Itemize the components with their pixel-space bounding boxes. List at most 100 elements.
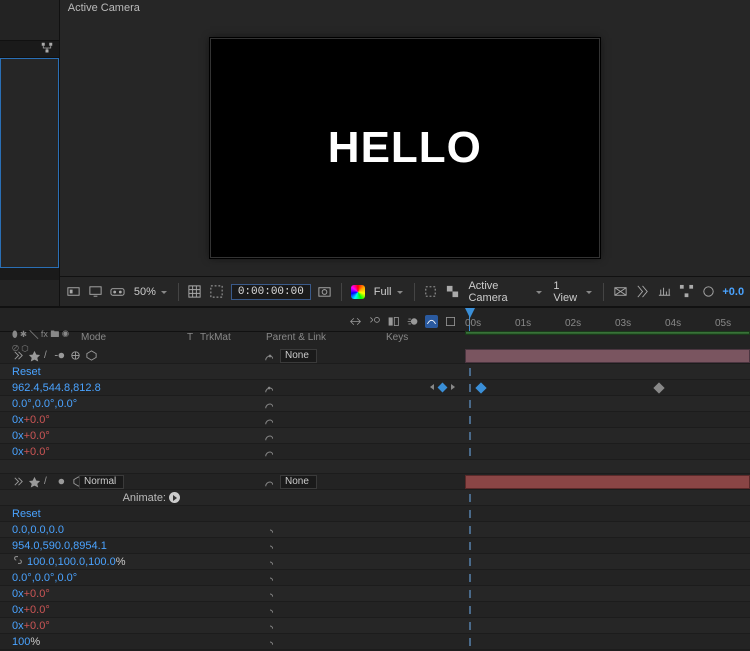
- property-row-anchor[interactable]: 0.0,0.0,0.0: [0, 522, 750, 538]
- reset-exposure-icon[interactable]: [700, 283, 716, 301]
- video-switch-icon[interactable]: [12, 475, 25, 488]
- pickwhip-icon[interactable]: [264, 604, 276, 616]
- mask-icon[interactable]: [209, 283, 225, 301]
- keyframe-navigator[interactable]: [380, 382, 465, 394]
- zrot-value[interactable]: 0x+0.0°: [12, 446, 50, 458]
- property-row-xrotation[interactable]: 0x+0.0°: [0, 412, 750, 428]
- orientation-value[interactable]: 0.0°,0.0°,0.0°: [12, 572, 77, 584]
- property-row-opacity[interactable]: 100%: [0, 634, 750, 650]
- video-switch-icon[interactable]: [12, 349, 25, 362]
- reset-link[interactable]: Reset: [12, 366, 41, 378]
- pixel-aspect-icon[interactable]: [612, 283, 628, 301]
- pickwhip-icon[interactable]: [264, 446, 276, 458]
- pickwhip-icon[interactable]: [264, 620, 276, 632]
- property-row[interactable]: Reset: [0, 506, 750, 522]
- motion-blur-switch-icon[interactable]: [53, 475, 66, 488]
- constrain-proportions-icon[interactable]: [12, 554, 24, 569]
- time-tick: [469, 622, 471, 630]
- keyframe[interactable]: [653, 382, 664, 393]
- graph-icon[interactable]: [425, 315, 438, 328]
- timeline-icon[interactable]: [656, 283, 672, 301]
- property-row-xrotation[interactable]: 0x+0.0°: [0, 586, 750, 602]
- zrot-value[interactable]: 0x+0.0°: [12, 620, 50, 632]
- magnify-icon[interactable]: [66, 283, 82, 301]
- prev-key-icon[interactable]: [428, 382, 436, 394]
- xrot-value[interactable]: 0x+0.0°: [12, 414, 50, 426]
- property-row-yrotation[interactable]: 0x+0.0°: [0, 602, 750, 618]
- pickwhip-icon[interactable]: [264, 572, 276, 584]
- next-key-icon[interactable]: [449, 382, 457, 394]
- shy-icon[interactable]: [368, 315, 381, 328]
- layer-row[interactable]: / Normal None: [0, 474, 750, 490]
- reset-link[interactable]: Reset: [12, 508, 41, 520]
- motion-blur-switch-icon[interactable]: [53, 349, 66, 362]
- pickwhip-icon[interactable]: [264, 540, 276, 552]
- parent-dropdown[interactable]: None: [280, 349, 317, 363]
- flowchart-icon[interactable]: [41, 42, 53, 57]
- time-ruler[interactable]: 00s 01s 02s 03s 04s 05s: [465, 308, 750, 332]
- render-queue-icon[interactable]: [444, 315, 457, 328]
- work-area-bar[interactable]: [465, 331, 750, 335]
- pickwhip-icon[interactable]: [264, 350, 276, 362]
- transparency-icon[interactable]: [444, 283, 460, 301]
- layer-duration-bar[interactable]: [465, 475, 750, 489]
- exposure-value[interactable]: +0.0: [722, 286, 744, 298]
- animate-menu-icon[interactable]: [169, 492, 180, 503]
- pickwhip-icon[interactable]: [264, 398, 276, 410]
- blend-mode-dropdown[interactable]: Normal: [79, 475, 124, 489]
- yrot-value[interactable]: 0x+0.0°: [12, 604, 50, 616]
- parent-dropdown[interactable]: None: [280, 475, 317, 489]
- flowchart-icon[interactable]: [678, 283, 694, 301]
- pickwhip-icon[interactable]: [264, 382, 276, 394]
- scale-value[interactable]: 100.0,100.0,100.0%: [27, 556, 125, 568]
- resolution-dropdown[interactable]: Full: [372, 286, 406, 298]
- camera-dropdown[interactable]: Active Camera: [466, 280, 545, 304]
- 3d-switch-icon[interactable]: [85, 349, 98, 362]
- layer-duration-bar[interactable]: [465, 349, 750, 363]
- pickwhip-icon[interactable]: [264, 476, 276, 488]
- property-row-orientation[interactable]: 0.0°,0.0°,0.0°: [0, 396, 750, 412]
- solo-switch-icon[interactable]: [28, 475, 41, 488]
- roi-icon[interactable]: [422, 283, 438, 301]
- animate-row[interactable]: Animate:: [0, 490, 750, 506]
- fast-preview-icon[interactable]: [634, 283, 650, 301]
- selected-panel-area[interactable]: [0, 58, 59, 268]
- property-row-scale[interactable]: 100.0,100.0,100.0%: [0, 554, 750, 570]
- keyframe[interactable]: [475, 382, 486, 393]
- property-row-position[interactable]: 954.0,590.0,8954.1: [0, 538, 750, 554]
- layer-row[interactable]: / None: [0, 348, 750, 364]
- search-icon[interactable]: [349, 315, 362, 328]
- xrot-value[interactable]: 0x+0.0°: [12, 588, 50, 600]
- current-time[interactable]: 0:00:00:00: [231, 284, 311, 300]
- adjustment-switch-icon[interactable]: [69, 349, 82, 362]
- property-row-zrotation[interactable]: 0x+0.0°: [0, 618, 750, 634]
- snapshot-icon[interactable]: [317, 283, 333, 301]
- channel-color-icon[interactable]: [350, 283, 366, 301]
- property-row-yrotation[interactable]: 0x+0.0°: [0, 428, 750, 444]
- add-key-icon[interactable]: [438, 383, 448, 393]
- anchor-value[interactable]: 0.0,0.0,0.0: [12, 524, 64, 536]
- opacity-value[interactable]: 100%: [12, 636, 40, 648]
- motion-blur-icon[interactable]: [406, 315, 419, 328]
- display-icon[interactable]: [88, 283, 104, 301]
- views-dropdown[interactable]: 1 View: [551, 280, 595, 304]
- position-value[interactable]: 962.4,544.8,812.8: [12, 382, 101, 394]
- composition-viewport[interactable]: HELLO: [210, 38, 600, 258]
- position-value[interactable]: 954.0,590.0,8954.1: [12, 540, 107, 552]
- pickwhip-icon[interactable]: [264, 556, 276, 568]
- property-row[interactable]: Reset: [0, 364, 750, 380]
- grid-icon[interactable]: [187, 283, 203, 301]
- vr-icon[interactable]: [110, 283, 126, 301]
- solo-switch-icon[interactable]: [28, 349, 41, 362]
- pickwhip-icon[interactable]: [264, 588, 276, 600]
- yrot-value[interactable]: 0x+0.0°: [12, 430, 50, 442]
- pickwhip-icon[interactable]: [264, 430, 276, 442]
- orientation-value[interactable]: 0.0°,0.0°,0.0°: [12, 398, 77, 410]
- pickwhip-icon[interactable]: [264, 636, 276, 648]
- zoom-dropdown[interactable]: 50%: [132, 286, 170, 298]
- pickwhip-icon[interactable]: [264, 524, 276, 536]
- frame-blend-icon[interactable]: [387, 315, 400, 328]
- pickwhip-icon[interactable]: [264, 414, 276, 426]
- property-row-orientation[interactable]: 0.0°,0.0°,0.0°: [0, 570, 750, 586]
- property-row-position[interactable]: 962.4,544.8,812.8: [0, 380, 750, 396]
